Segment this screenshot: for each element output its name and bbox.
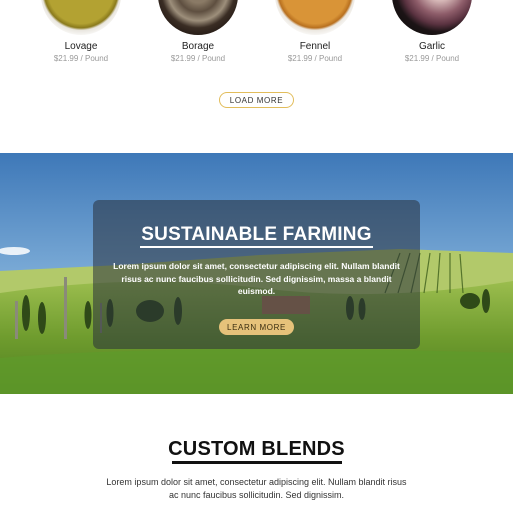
hero-description: Lorem ipsum dolor sit amet, consectetur … bbox=[113, 261, 400, 296]
product-image-borage[interactable] bbox=[158, 0, 238, 35]
product-image-garlic[interactable] bbox=[392, 0, 472, 35]
product-image-fennel[interactable] bbox=[275, 0, 355, 35]
custom-blends-description: Lorem ipsum dolor sit amet, consectetur … bbox=[106, 477, 407, 500]
hero-overlay-panel: SUSTAINABLE FARMING Lorem ipsum dolor si… bbox=[93, 200, 420, 349]
product-name[interactable]: Fennel bbox=[260, 41, 370, 52]
load-more-button[interactable]: LOAD MORE bbox=[219, 92, 294, 108]
product-price: $21.99 / Pound bbox=[404, 54, 460, 63]
hero-banner: SUSTAINABLE FARMING Lorem ipsum dolor si… bbox=[0, 153, 513, 394]
product-name[interactable]: Lovage bbox=[26, 41, 136, 52]
custom-blends-title: CUSTOM BLENDS bbox=[168, 438, 345, 460]
product-image-lovage[interactable] bbox=[41, 0, 121, 35]
product-list: Lovage $21.99 / Pound Borage $21.99 / Po… bbox=[0, 0, 513, 152]
product-name[interactable]: Garlic bbox=[377, 41, 487, 52]
learn-more-button[interactable]: LEARN MORE bbox=[219, 319, 294, 335]
product-name[interactable]: Borage bbox=[143, 41, 253, 52]
hero-title-underline bbox=[140, 246, 373, 248]
product-price: $21.99 / Pound bbox=[53, 54, 109, 63]
product-price: $21.99 / Pound bbox=[170, 54, 226, 63]
hero-title: SUSTAINABLE FARMING bbox=[141, 224, 372, 245]
product-price: $21.99 / Pound bbox=[287, 54, 343, 63]
custom-blends-underline bbox=[172, 461, 342, 464]
